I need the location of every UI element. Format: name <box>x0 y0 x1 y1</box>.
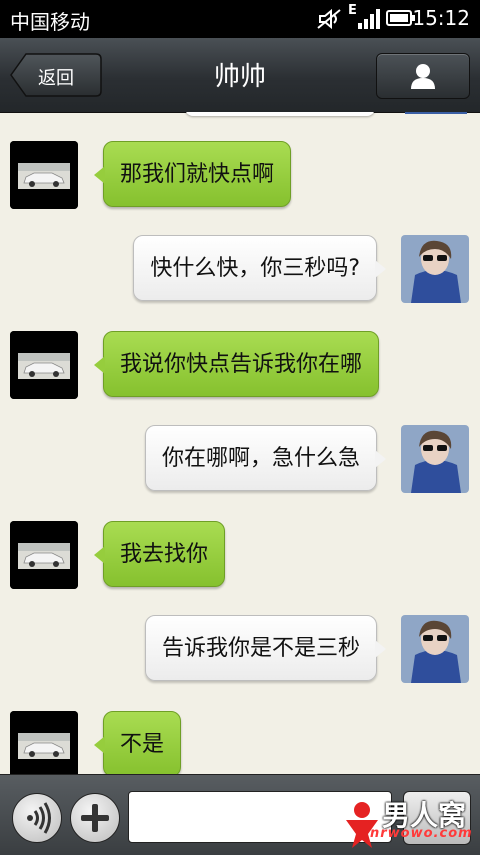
received-message-bubble[interactable]: 不是 <box>94 711 182 774</box>
message-text: 我去找你 <box>120 542 209 567</box>
bubble-tail <box>94 736 105 754</box>
person-photo-avatar <box>401 235 469 303</box>
plus-icon <box>81 804 109 832</box>
contact-avatar[interactable] <box>10 711 78 774</box>
watermark-logo <box>346 802 378 848</box>
sent-message-bubble[interactable]: 快什么快，你三秒吗? <box>133 235 386 301</box>
car-photo-avatar <box>10 521 78 589</box>
user-avatar[interactable] <box>401 615 469 683</box>
chat-title: 帅帅 <box>213 62 266 92</box>
chat-header: 返回 帅帅 <box>0 38 480 113</box>
car-photo-avatar <box>10 331 78 399</box>
contact-avatar[interactable] <box>10 521 78 589</box>
previous-message-edge <box>185 112 375 116</box>
contact-avatar[interactable] <box>10 331 78 399</box>
voice-input-button[interactable] <box>12 793 62 843</box>
carrier-name: 中国移动 <box>10 10 90 34</box>
back-button[interactable]: 返回 <box>10 53 102 97</box>
user-avatar[interactable] <box>401 235 469 303</box>
contact-avatar[interactable] <box>10 141 78 209</box>
message-text: 快什么快，你三秒吗? <box>150 256 360 281</box>
bubble-tail <box>94 356 105 374</box>
person-photo-avatar <box>401 425 469 493</box>
message-text: 那我们就快点啊 <box>120 162 275 187</box>
back-button-label: 返回 <box>38 68 74 89</box>
voice-icon <box>27 802 51 834</box>
status-bar: 中国移动 E 15:12 <box>0 0 480 38</box>
message-list[interactable]: 那我们就快点啊 快什么快，你三秒吗? 我说你快点告诉我你在哪 你在哪啊，急什么急… <box>0 112 480 774</box>
mute-icon <box>317 8 341 30</box>
message-text: 不是 <box>120 732 165 757</box>
watermark-site: nrwowo.com <box>370 826 473 841</box>
bubble-tail <box>94 546 105 564</box>
received-message-bubble[interactable]: 我说你快点告诉我你在哪 <box>94 331 380 397</box>
user-avatar[interactable] <box>401 425 469 493</box>
message-text: 我说你快点告诉我你在哪 <box>120 352 363 377</box>
bubble-tail <box>375 640 386 658</box>
person-photo-avatar <box>401 615 469 683</box>
car-photo-avatar <box>10 141 78 209</box>
sent-message-bubble[interactable]: 你在哪啊，急什么急 <box>144 425 386 491</box>
signal-icon <box>358 9 380 29</box>
bubble-tail <box>375 260 386 278</box>
person-icon <box>411 64 435 89</box>
attach-button[interactable] <box>70 793 120 843</box>
car-photo-avatar <box>10 711 78 774</box>
previous-avatar-edge <box>405 112 467 114</box>
bubble-tail <box>94 166 105 184</box>
message-text: 你在哪啊，急什么急 <box>161 446 360 471</box>
received-message-bubble[interactable]: 我去找你 <box>94 521 226 587</box>
status-time: 15:12 <box>412 6 470 30</box>
received-message-bubble[interactable]: 那我们就快点啊 <box>94 141 292 207</box>
sent-message-bubble[interactable]: 告诉我你是不是三秒 <box>144 615 386 681</box>
contact-profile-button[interactable] <box>376 53 470 99</box>
message-text: 告诉我你是不是三秒 <box>161 636 360 661</box>
bubble-tail <box>375 450 386 468</box>
